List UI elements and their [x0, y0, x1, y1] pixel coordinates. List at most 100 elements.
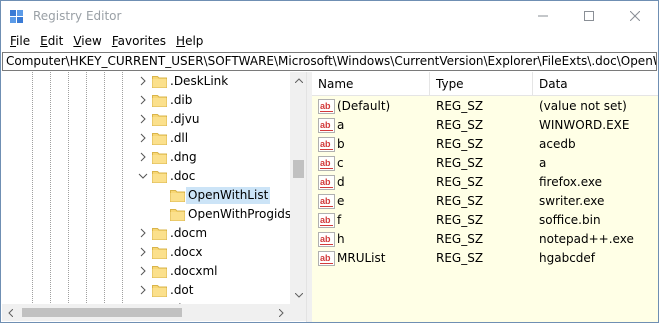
value-name-cell: h	[337, 232, 345, 246]
value-type-cell: REG_SZ	[436, 251, 484, 265]
folder-icon	[152, 93, 167, 107]
tree-item[interactable]: .DeskLink	[2, 72, 290, 91]
registry-editor-window: Registry Editor File Edit View Favorites…	[0, 0, 659, 323]
scroll-right-arrow[interactable]	[273, 304, 290, 321]
menu-edit[interactable]: Edit	[35, 31, 68, 51]
registry-editor-icon	[10, 10, 23, 23]
scroll-corner	[290, 304, 306, 321]
tree-item[interactable]: OpenWithList	[2, 186, 290, 205]
value-type-cell: REG_SZ	[436, 99, 484, 113]
tree-scroll-thumb[interactable]	[293, 160, 304, 178]
tree-item[interactable]: OpenWithProgids	[2, 205, 293, 224]
tree-item-label[interactable]: OpenWithProgids	[186, 206, 293, 223]
chevron-right-icon[interactable]	[138, 247, 148, 257]
chevron-right-icon[interactable]	[138, 95, 148, 105]
scroll-left-arrow[interactable]	[2, 304, 19, 321]
chevron-right-icon	[279, 308, 284, 317]
value-row[interactable]: ab h REG_SZ notepad++.exe	[312, 230, 658, 249]
column-header-type[interactable]: Type	[430, 72, 533, 96]
chevron-right-icon[interactable]	[138, 152, 148, 162]
value-row[interactable]: ab (Default) REG_SZ (value not set)	[312, 97, 658, 116]
value-row[interactable]: ab e REG_SZ swriter.exe	[312, 192, 658, 211]
tree-item-label[interactable]: OpenWithList	[186, 187, 271, 204]
menu-file[interactable]: File	[5, 31, 35, 51]
chevron-right-icon[interactable]	[138, 228, 148, 238]
tree-item-label[interactable]: .docm	[168, 225, 209, 242]
value-name-cell: MRUList	[337, 251, 386, 265]
menu-edit-label: dit	[47, 34, 64, 48]
svg-text:ab: ab	[320, 120, 331, 130]
tree-item-label[interactable]: .dng	[168, 149, 199, 166]
value-row[interactable]: ab MRUList REG_SZ hgabcdef	[312, 249, 658, 268]
folder-icon	[152, 226, 167, 240]
tree-item-label[interactable]: .docx	[168, 244, 204, 261]
chevron-right-icon[interactable]	[138, 266, 148, 276]
tree-hscroll-thumb[interactable]	[22, 308, 182, 317]
tree-item[interactable]: .dib	[2, 91, 290, 110]
svg-text:ab: ab	[320, 234, 331, 244]
string-value-icon: ab	[318, 212, 335, 229]
column-header-data[interactable]: Data	[533, 72, 658, 96]
folder-icon	[170, 188, 185, 202]
maximize-button[interactable]	[566, 1, 612, 31]
tree-item-label[interactable]: .docxml	[168, 263, 220, 280]
value-type-cell: REG_SZ	[436, 175, 484, 189]
tree-item[interactable]: .dng	[2, 148, 290, 167]
tree-item[interactable]: .docm	[2, 224, 290, 243]
values-pane[interactable]: Name Type Data ab (Default) REG_SZ (value n…	[312, 72, 658, 322]
value-data-cell: notepad++.exe	[539, 232, 634, 246]
scroll-up-arrow[interactable]	[290, 72, 306, 89]
tree-item[interactable]: .dot	[2, 281, 290, 300]
scroll-down-arrow[interactable]	[290, 287, 306, 304]
value-row[interactable]: ab d REG_SZ firefox.exe	[312, 173, 658, 192]
tree-item[interactable]: .docx	[2, 243, 290, 262]
key-tree-pane[interactable]: .DeskLink .dib .djvu .dll .dng .doc OpenWithLi…	[2, 72, 307, 322]
chevron-down-icon[interactable]	[138, 171, 148, 181]
folder-icon	[152, 131, 167, 145]
close-button[interactable]	[612, 1, 658, 31]
address-bar[interactable]: Computer\HKEY_CURRENT_USER\SOFTWARE\Micr…	[2, 52, 657, 71]
tree-item[interactable]: .dll	[2, 129, 290, 148]
chevron-right-icon[interactable]	[138, 285, 148, 295]
value-data-cell: swriter.exe	[539, 194, 605, 208]
folder-icon	[152, 245, 167, 259]
minimize-button[interactable]	[520, 1, 566, 31]
value-row[interactable]: ab b REG_SZ acedb	[312, 135, 658, 154]
tree-item-label[interactable]: .dot	[168, 282, 195, 299]
value-type-cell: REG_SZ	[436, 156, 484, 170]
tree-item-label[interactable]: .djvu	[168, 111, 201, 128]
tree-horizontal-scrollbar[interactable]	[2, 304, 290, 321]
value-name-cell: b	[337, 137, 345, 151]
chevron-right-icon[interactable]	[138, 133, 148, 143]
tree-item[interactable]: .doc	[2, 167, 290, 186]
tree-item-label[interactable]: .dll	[168, 130, 190, 147]
tree-item-label[interactable]: .doc	[168, 168, 197, 185]
value-row[interactable]: ab c REG_SZ a	[312, 154, 658, 173]
title-bar[interactable]: Registry Editor	[1, 1, 658, 31]
tree-vertical-scrollbar[interactable]	[290, 72, 306, 304]
menu-edit-mnemonic: E	[40, 34, 48, 48]
column-header-name[interactable]: Name	[312, 72, 430, 96]
value-row[interactable]: ab f REG_SZ soffice.bin	[312, 211, 658, 230]
tree-item-label[interactable]: .DeskLink	[168, 73, 230, 90]
tree-item[interactable]: .djvu	[2, 110, 290, 129]
menu-view[interactable]: View	[68, 31, 106, 51]
string-value-icon: ab	[318, 250, 335, 267]
chevron-right-icon[interactable]	[138, 114, 148, 124]
svg-text:ab: ab	[320, 196, 331, 206]
chevron-right-icon[interactable]	[138, 76, 148, 86]
tree-item[interactable]: .docxml	[2, 262, 290, 281]
folder-icon	[152, 150, 167, 164]
string-value-icon: ab	[318, 98, 335, 115]
menu-view-label: iew	[81, 34, 102, 48]
value-type-cell: REG_SZ	[436, 118, 484, 132]
minimize-icon	[538, 15, 548, 17]
value-name-cell: c	[337, 156, 344, 170]
value-name-cell: a	[337, 118, 345, 132]
menu-favorites[interactable]: Favorites	[107, 31, 171, 51]
value-type-cell: REG_SZ	[436, 213, 484, 227]
tree-item-label[interactable]: .dib	[168, 92, 194, 109]
value-row[interactable]: ab a REG_SZ WINWORD.EXE	[312, 116, 658, 135]
menu-help[interactable]: Help	[171, 31, 208, 51]
folder-icon	[152, 264, 167, 278]
